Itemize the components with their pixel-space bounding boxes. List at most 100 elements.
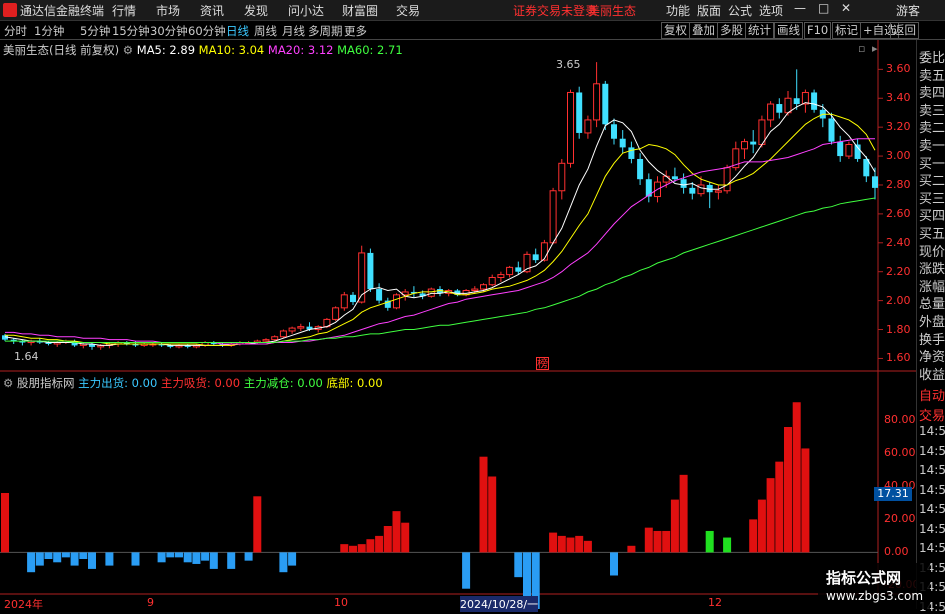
candle-up [393,294,400,309]
order-book-column: 委比 卖五 卖四 卖三 卖二 卖一 买一 买二 买三 买四 买五 现价 涨跌 涨幅 总量 外盘 换手 净资 收益 自动… [916,40,945,614]
tick-time-label: 14:56 [919,521,945,536]
distribute-bar [175,552,183,558]
auto-trade-label[interactable]: 自动 [919,385,945,404]
candle-down [515,267,522,272]
accumulate-bar [557,535,566,553]
candle-down [376,289,383,301]
watermark-url: www.zbgs3.com [826,589,924,603]
board-marker[interactable]: 榜 [536,357,549,370]
order-book-label: 换手 [919,332,945,348]
candle-down [611,124,617,139]
candle-down [367,252,374,290]
accumulate-bar [549,532,558,553]
distribute-bar [35,552,44,566]
sub-y-tick: 80.00 [884,413,916,427]
distribute-bar [192,552,201,564]
candle-up [584,119,592,134]
x-label-cursor-date: 2024/10/28/一 [460,596,539,612]
accumulate-bar [383,526,392,553]
accumulate-bar [366,539,375,553]
order-book-label: 外盘 [919,315,945,330]
candle-up [558,162,566,192]
candle-up [297,326,305,329]
candle-down [602,83,609,125]
order-book-label: 涨幅 [919,279,945,295]
tick-time-label: 14:56 [919,541,945,555]
main-y-tick: 1.60 [886,351,911,365]
candle-down [872,176,878,188]
accumulate-bar [401,522,410,553]
order-book-label: 委比 [919,51,945,66]
order-book-label: 买五 [919,227,945,242]
candle-down [837,141,844,157]
x-label-dec: 12 [708,596,722,609]
accumulate-bar [392,511,401,553]
accumulate-bar [784,427,792,553]
candle-up [480,284,487,290]
main-y-tick: 2.80 [886,177,911,191]
tick-time-label: 14:56 [919,502,945,516]
distribute-bar [610,552,618,576]
accumulate-bar [349,545,357,553]
candle-down [350,294,356,303]
low-price-label: 1.64 [14,350,39,363]
distribute-bar [79,552,88,559]
accumulate-bar [575,535,584,553]
candle-up [340,294,348,309]
tick-time-label: 14:56 [919,482,945,497]
main-y-tick: 3.20 [886,120,911,134]
distribute-bar [523,552,531,599]
distribute-bar [166,552,175,558]
distribute-bar [105,552,114,566]
distribute-bar [183,552,192,563]
sub-y-tick: 20.00 [884,512,916,526]
current-value-badge: 17.31 [874,487,912,501]
distribute-bar [27,552,36,573]
accumulate-bar [375,535,384,553]
accumulate-bar [653,530,662,553]
auto-trade-label[interactable]: 交易 [919,405,945,424]
order-book-label: 净资 [919,350,945,366]
reduce-bar [723,537,732,553]
accumulate-bar [670,499,679,553]
candle-up [488,276,496,286]
accumulate-bar [679,474,688,553]
ma20-line [5,138,875,345]
candle-up [741,141,748,150]
main-y-tick: 2.40 [886,235,911,249]
candle-down [671,176,678,180]
order-book-label: 买一 [919,156,945,172]
candle-up [427,288,435,297]
accumulate-bar [340,544,349,553]
candle-up [784,97,792,114]
candle-up [288,327,296,332]
candle-up [262,339,270,342]
accumulate-bar [775,461,784,553]
order-book-label: 收益 [919,367,945,383]
distribute-bar [462,552,471,589]
candle-down [776,104,783,113]
sub-y-tick: 0.00 [884,545,909,559]
ma60-line [5,197,876,343]
order-book-label: 现价 [919,244,945,260]
distribute-bar [61,552,70,558]
candle-up [279,330,287,338]
kline-chart[interactable] [0,0,945,609]
accumulate-bar [662,530,671,553]
distribute-bar [244,552,253,561]
candle-down [811,92,818,110]
sub-y-tick: 60.00 [884,446,916,460]
order-book-label: 卖三 [919,103,945,119]
distribute-bar [201,552,210,561]
order-book-label: 买二 [919,174,945,190]
tick-time-label: 14:56 [919,463,945,477]
candle-down [828,118,835,142]
distribute-bar [209,552,218,569]
distribute-bar [131,552,140,566]
distribute-bar [288,552,297,566]
candle-up [497,274,505,278]
tick-time-label: 14:56 [919,424,945,438]
candle-up [567,91,574,164]
main-y-tick: 2.00 [886,293,911,307]
order-book-label: 买四 [919,209,945,225]
